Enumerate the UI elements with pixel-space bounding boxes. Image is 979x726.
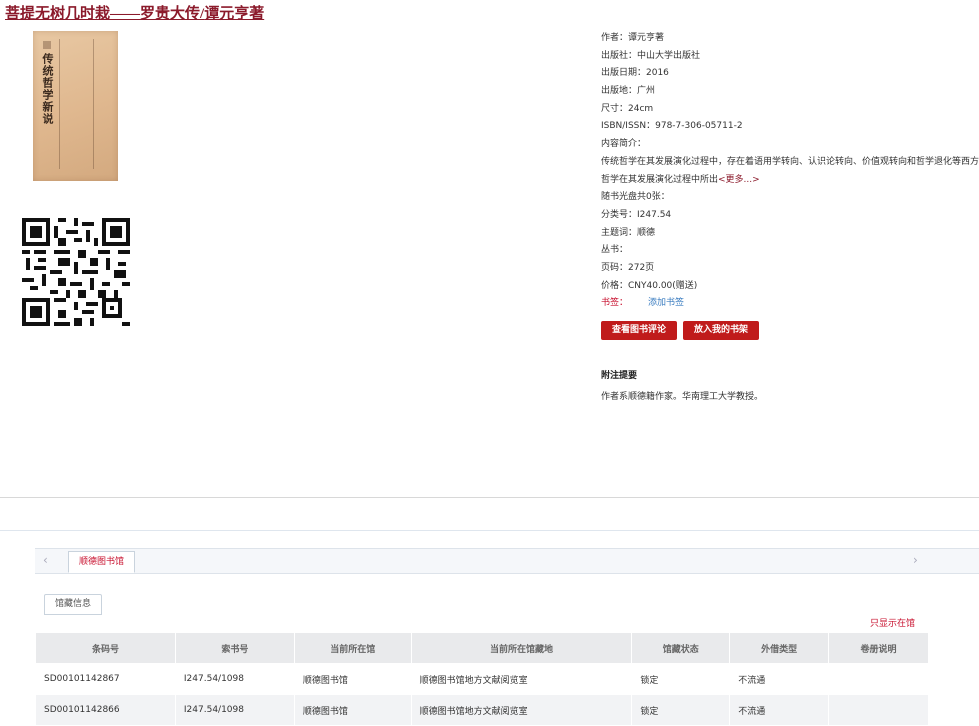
cell-loan-type: 不流通 [729, 663, 830, 695]
book-cover-image: 传统哲学新说 [33, 31, 118, 181]
notes-text: 作者系顺德籍作家。华南理工大学教授。 [601, 392, 764, 403]
tab-library[interactable]: 顺德图书馆 [68, 551, 136, 573]
col-call-number: 索书号 [174, 632, 295, 664]
book-author[interactable]: 谭元亨著 [204, 6, 264, 22]
col-loan-type: 外借类型 [729, 632, 830, 664]
detail-publisher: 出版社：中山大学出版社 [601, 50, 701, 61]
library-tab-bar: ‹ 顺德图书馆 › [35, 548, 979, 574]
cover-title: 传统哲学新说 [41, 53, 54, 125]
qr-code-icon [22, 218, 130, 326]
tab-holdings-info[interactable]: 馆藏信息 [44, 594, 103, 615]
table-header-row: 条码号 索书号 当前所在馆 当前所在馆藏地 馆藏状态 外借类型 卷册说明 [35, 632, 929, 664]
col-location: 当前所在馆藏地 [410, 632, 633, 664]
action-buttons: 查看图书评论 放入我的书架 [601, 321, 979, 341]
detail-subject: 主题词：顺德 [601, 227, 656, 238]
section-divider [0, 530, 979, 531]
detail-class-no: 分类号：I247.54 [601, 209, 672, 220]
chevron-right-icon[interactable]: › [913, 553, 918, 567]
cell-status: 锁定 [631, 663, 731, 695]
cell-library: 顺德图书馆 [293, 694, 412, 726]
chevron-left-icon[interactable]: ‹ [43, 553, 48, 567]
detail-tags: 书签： 添加书签 [601, 295, 979, 313]
col-barcode: 条码号 [35, 632, 176, 664]
detail-series: 丛书： [601, 245, 629, 256]
summary-text: 传统哲学在其发展演化过程中，存在着语用学转向、认识论转向、价值观转向和哲学退化等… [601, 156, 979, 185]
cell-volume-note [828, 663, 929, 695]
detail-cd-info: 随书光盘共0张： [601, 192, 670, 203]
cell-call-number: I247.54/1098 [174, 694, 295, 726]
cover-line [59, 39, 60, 169]
add-tag-link[interactable]: 添加书签 [648, 298, 684, 308]
book-title-link[interactable]: 菩提无树几时栽——罗贵大传/谭元亨著 [5, 2, 264, 23]
cell-status: 锁定 [631, 694, 731, 726]
add-to-shelf-button[interactable]: 放入我的书架 [683, 321, 760, 341]
col-library: 当前所在馆 [293, 632, 412, 664]
cell-call-number: I247.54/1098 [174, 663, 295, 695]
notes-heading: 附注提要 [601, 371, 638, 382]
section-divider [0, 497, 979, 498]
table-row: SD00101142866 I247.54/1098 顺德图书馆 顺德图书馆地方… [35, 694, 929, 726]
cell-location: 顺德图书馆地方文献阅览室 [410, 663, 633, 695]
cell-loan-type: 不流通 [729, 694, 830, 726]
cell-library: 顺德图书馆 [293, 663, 412, 695]
cell-location: 顺德图书馆地方文献阅览室 [410, 694, 633, 726]
view-reviews-button[interactable]: 查看图书评论 [601, 321, 678, 341]
cell-volume-note [828, 694, 929, 726]
col-volume-note: 卷册说明 [828, 632, 929, 664]
book-title[interactable]: 菩提无树几时栽——罗贵大传 [5, 6, 200, 22]
only-show-available-link[interactable]: 只显示在馆 [870, 616, 915, 629]
cover-line [93, 39, 94, 169]
detail-isbn: ISBN/ISSN：978-7-306-05711-2 [601, 121, 743, 132]
cover-mark [43, 41, 51, 49]
detail-price: 价格：CNY40.00(赠送) [601, 280, 698, 291]
col-status: 馆藏状态 [631, 632, 731, 664]
detail-pub-date: 出版日期：2016 [601, 68, 669, 79]
detail-pages: 页码：272页 [601, 262, 655, 273]
table-row: SD00101142867 I247.54/1098 顺德图书馆 顺德图书馆地方… [35, 663, 929, 695]
detail-author: 作者：谭元亨著 [601, 33, 665, 43]
detail-summary-label: 内容简介： [601, 139, 647, 150]
detail-pub-place: 出版地：广州 [601, 86, 656, 97]
cell-barcode: SD00101142866 [35, 694, 176, 726]
tags-label: 书签： [601, 298, 629, 309]
book-details: 作者：谭元亨著 出版社：中山大学出版社 出版日期：2016 出版地：广州 尺寸：… [601, 30, 979, 402]
detail-summary: 传统哲学在其发展演化过程中，存在着语用学转向、认识论转向、价值观转向和哲学退化等… [601, 154, 979, 189]
cell-barcode: SD00101142867 [35, 663, 176, 695]
more-link[interactable]: <更多...> [718, 175, 760, 185]
detail-size: 尺寸：24cm [601, 103, 654, 114]
holdings-table: 条码号 索书号 当前所在馆 当前所在馆藏地 馆藏状态 外借类型 卷册说明 SD0… [35, 632, 929, 726]
